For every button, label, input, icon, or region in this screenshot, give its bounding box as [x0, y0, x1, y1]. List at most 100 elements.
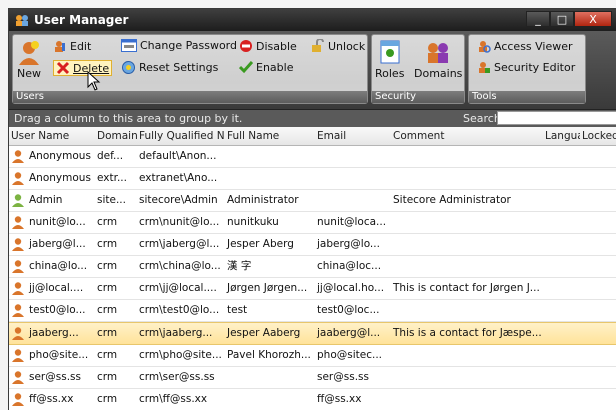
table-row[interactable]: Anonymous def... default\Anon...: [9, 146, 616, 168]
change-password-icon: [121, 39, 137, 52]
close-button[interactable]: X: [574, 11, 612, 27]
cell-full-name: [225, 367, 315, 388]
cell-email: [315, 190, 391, 211]
new-user-button[interactable]: New: [17, 39, 41, 80]
roles-icon: [380, 40, 400, 64]
users-group: New Edit Delete Change Password Reset Se…: [12, 34, 368, 104]
title-bar[interactable]: User Manager _ □ X: [9, 9, 616, 31]
reset-settings-label: Reset Settings: [139, 61, 219, 74]
minimize-button[interactable]: _: [526, 11, 550, 27]
cell-comment: [391, 389, 543, 410]
cell-fully-qualified-name: crm\jaberg@l...: [139, 238, 220, 250]
disable-label: Disable: [256, 39, 297, 53]
cell-fully-qualified-name: crm\pho@site...: [139, 349, 222, 361]
table-row[interactable]: jaberg@l... crm crm\jaberg@l... Jesper Aber…: [9, 234, 616, 256]
cell-fully-qualified-name: crm\ser@ss.ss: [139, 371, 215, 383]
roles-button[interactable]: Roles: [375, 39, 404, 80]
cell-comment: [391, 256, 543, 277]
edit-icon: [55, 41, 65, 52]
access-viewer-button[interactable]: Access Viewer: [477, 39, 573, 53]
group-by-hint: Drag a column to this area to group by i…: [14, 112, 243, 125]
security-editor-label: Security Editor: [494, 60, 576, 74]
cell-email: jaberg@lo...: [317, 238, 380, 250]
column-header-email[interactable]: Email: [315, 127, 391, 145]
column-header-user-name[interactable]: User Name: [9, 127, 95, 145]
cell-full-name: Administrator: [227, 194, 299, 206]
cell-user-name: Admin: [29, 194, 63, 206]
access-viewer-label: Access Viewer: [494, 39, 573, 53]
cell-comment: [391, 300, 543, 321]
cell-email: [315, 168, 391, 189]
table-row[interactable]: jj@local.... crm crm\jj@local.... Jørgen Jø…: [9, 278, 616, 300]
user-icon: [12, 349, 24, 362]
table-row[interactable]: jaaberg... crm crm\jaaberg... Jesper Aaberg…: [9, 322, 616, 345]
reset-settings-icon: [122, 61, 135, 74]
tools-group: Access Viewer Security Editor Tools: [468, 34, 586, 104]
cell-user-name: jj@local....: [29, 282, 84, 294]
cell-full-name: Pavel Khorozh...: [227, 349, 311, 361]
user-icon: [12, 238, 24, 251]
cell-comment: [391, 345, 543, 366]
security-group-label: Security: [372, 91, 464, 103]
column-header-domain[interactable]: Domain: [95, 127, 137, 145]
change-password-button[interactable]: Change Password: [121, 39, 237, 52]
cell-full-name: 漢 字: [227, 260, 252, 272]
cell-user-name: jaberg@l...: [29, 238, 86, 250]
domains-button[interactable]: Domains: [414, 39, 462, 80]
edit-button[interactable]: Edit: [53, 39, 91, 53]
cell-fully-qualified-name: crm\nunit@lo...: [139, 216, 220, 228]
table-row[interactable]: pho@site... crm crm\pho@site... Pavel Khoro…: [9, 345, 616, 367]
cell-fully-qualified-name: crm\test0@lo...: [139, 304, 220, 316]
table-row[interactable]: china@lo... crm crm\china@lo... 漢 字 china@lo…: [9, 256, 616, 278]
cell-comment: [391, 234, 543, 255]
table-row[interactable]: ser@ss.ss crm crm\ser@ss.ss ser@ss.ss: [9, 367, 616, 389]
security-group: Roles Domains Security: [371, 34, 465, 104]
reset-settings-button[interactable]: Reset Settings: [121, 60, 218, 75]
table-row[interactable]: nunit@lo... crm crm\nunit@lo... nunitkuku nu…: [9, 212, 616, 234]
disable-button[interactable]: Disable: [239, 39, 297, 53]
new-user-label: New: [17, 67, 41, 80]
column-header-full-name[interactable]: Full Name: [225, 127, 315, 145]
enable-icon: [239, 61, 253, 74]
security-editor-button[interactable]: Security Editor: [477, 60, 575, 74]
change-password-label: Change Password: [140, 39, 237, 52]
cell-domain: extr...: [97, 172, 127, 184]
user-icon: [12, 172, 24, 185]
new-user-icon: [19, 41, 39, 65]
user-icon: [12, 150, 24, 163]
column-header-locked[interactable]: Locked: [580, 127, 616, 145]
disable-icon: [240, 40, 252, 52]
cell-domain: crm: [97, 327, 118, 339]
cell-email: china@loc...: [317, 260, 382, 272]
enable-label: Enable: [256, 60, 294, 74]
cell-fully-qualified-name: crm\jaaberg...: [139, 327, 213, 339]
user-grid: Anonymous def... default\Anon... Anonymous e…: [9, 146, 616, 410]
unlock-button[interactable]: Unlock: [311, 39, 365, 53]
cell-domain: crm: [97, 238, 118, 250]
cell-fully-qualified-name: extranet\Ano...: [139, 172, 218, 184]
enable-button[interactable]: Enable: [239, 60, 293, 74]
user-icon: [12, 371, 24, 384]
table-row[interactable]: ff@ss.xx crm crm\ff@ss.xx ff@ss.xx: [9, 389, 616, 410]
cell-email: pho@sitec...: [317, 349, 382, 361]
table-row[interactable]: Admin site... sitecore\Admin Administrator S…: [9, 190, 616, 212]
delete-button[interactable]: Delete: [53, 60, 113, 76]
search-input[interactable]: [497, 111, 616, 125]
column-header-comment[interactable]: Comment: [391, 127, 543, 145]
cell-full-name: nunitkuku: [227, 216, 279, 228]
cell-user-name: Anonymous: [29, 150, 91, 162]
unlock-icon: [312, 39, 324, 52]
roles-label: Roles: [375, 67, 405, 80]
cell-email: [315, 146, 391, 167]
mouse-cursor-icon: [87, 71, 101, 91]
cell-domain: crm: [97, 371, 118, 383]
group-by-area[interactable]: Drag a column to this area to group by i…: [9, 110, 616, 127]
column-header-language[interactable]: Language: [543, 127, 580, 145]
user-icon: [12, 282, 24, 295]
window-title: User Manager: [34, 13, 129, 27]
table-row[interactable]: test0@lo... crm crm\test0@lo... test test0@l…: [9, 300, 616, 322]
cell-full-name: Jesper Aberg: [227, 238, 294, 250]
maximize-button[interactable]: □: [550, 11, 574, 27]
table-row[interactable]: Anonymous extr... extranet\Ano...: [9, 168, 616, 190]
column-header-fully-qualified-name[interactable]: Fully Qualified Name: [137, 127, 225, 145]
